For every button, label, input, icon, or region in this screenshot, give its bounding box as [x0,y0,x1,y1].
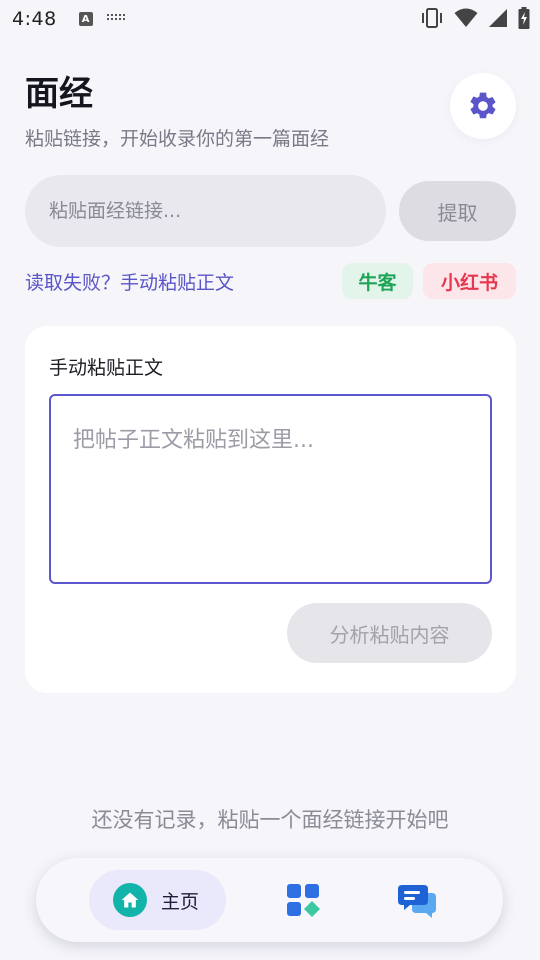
vibrate-icon [422,8,442,28]
home-icon [121,892,139,908]
extract-button[interactable]: 提取 [399,181,516,241]
tag-xiaohongshu[interactable]: 小红书 [423,263,516,299]
gear-icon [470,92,496,119]
link-input-container [25,175,386,247]
empty-state-text: 还没有记录，粘贴一个面经链接开始吧 [91,808,449,832]
page-subtitle: 粘贴链接，开始收录你的第一篇面经 [25,128,330,150]
nav-home-label: 主页 [161,890,200,913]
signal-icon [489,9,507,27]
apps-grid-icon [287,884,320,917]
chat-icon [398,885,436,918]
settings-button[interactable] [450,73,516,139]
bottom-nav: 主页 [36,858,503,942]
home-icon-badge [113,883,147,917]
a-notification-icon: A [78,12,93,26]
keyboard-icon [106,14,127,24]
nav-item-chat[interactable] [398,883,438,919]
card-title: 手动粘贴正文 [49,357,164,379]
battery-icon [518,7,530,29]
page-title: 面经 [25,74,93,114]
status-time: 4:48 [12,8,57,30]
status-bar: 4:48 A [0,0,540,38]
wifi-icon [454,8,478,27]
nav-item-apps[interactable] [286,883,322,919]
manual-paste-card: 手动粘贴正文 分析粘贴内容 [25,326,516,693]
body-textarea[interactable] [49,394,492,584]
tag-niuke[interactable]: 牛客 [342,263,413,299]
manual-paste-link[interactable]: 读取失败？手动粘贴正文 [25,268,234,295]
analyze-button[interactable]: 分析粘贴内容 [287,603,492,663]
link-input[interactable] [49,200,386,222]
nav-item-home[interactable]: 主页 [89,870,226,930]
